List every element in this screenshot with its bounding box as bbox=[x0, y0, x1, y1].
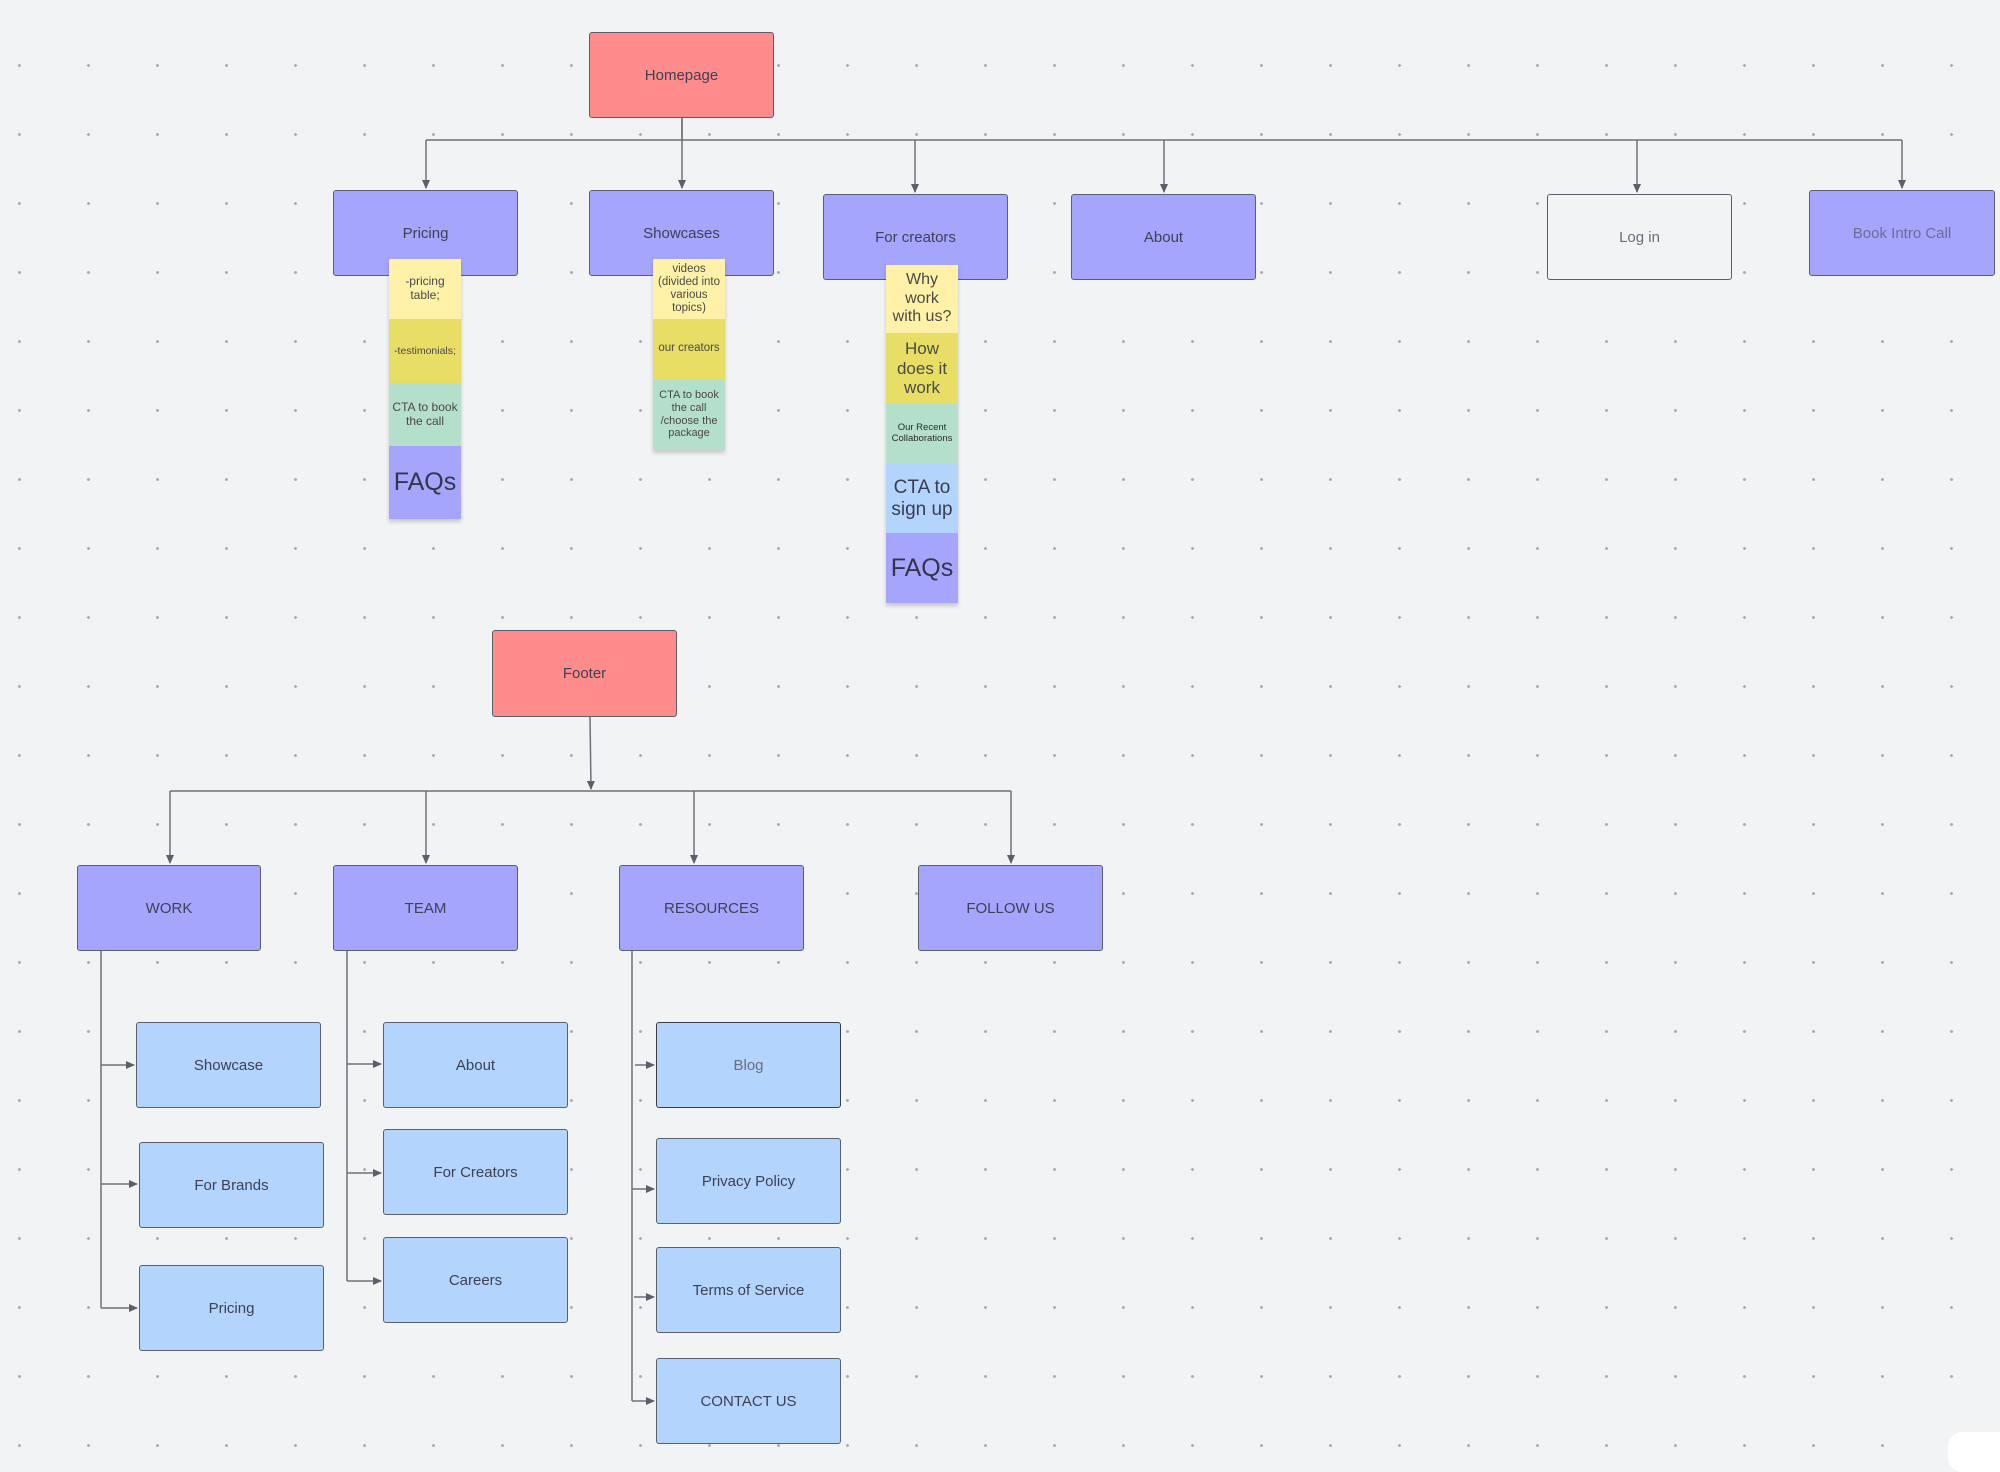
book-intro-call-node[interactable]: Book Intro Call bbox=[1809, 190, 1995, 276]
follow-us-node[interactable]: FOLLOW US bbox=[918, 865, 1103, 951]
sticky-note[interactable]: How does it work bbox=[886, 333, 958, 404]
sticky-note[interactable]: CTA to sign up bbox=[886, 464, 958, 533]
team-about-node[interactable]: About bbox=[383, 1022, 568, 1108]
sticky-note[interactable]: Our Recent Collaborations bbox=[886, 404, 958, 464]
showcases-notes-stack: videos (divided into various topics) our… bbox=[653, 259, 725, 450]
work-showcase-node[interactable]: Showcase bbox=[136, 1022, 321, 1108]
work-pricing-node[interactable]: Pricing bbox=[139, 1265, 324, 1351]
about-node[interactable]: About bbox=[1071, 194, 1256, 280]
sticky-note[interactable]: Why work with us? bbox=[886, 265, 958, 333]
resources-contact-us-node[interactable]: CONTACT US bbox=[656, 1358, 841, 1444]
sticky-note[interactable]: FAQs bbox=[389, 446, 461, 519]
footer-node[interactable]: Footer bbox=[492, 630, 677, 717]
work-node[interactable]: WORK bbox=[77, 865, 261, 951]
sticky-note[interactable]: -testimonials; bbox=[389, 319, 461, 383]
sticky-note[interactable]: CTA to book the call bbox=[389, 383, 461, 446]
team-for-creators-node[interactable]: For Creators bbox=[383, 1129, 568, 1215]
team-node[interactable]: TEAM bbox=[333, 865, 518, 951]
resources-terms-node[interactable]: Terms of Service bbox=[656, 1247, 841, 1333]
resources-blog-node[interactable]: Blog bbox=[656, 1022, 841, 1108]
sticky-note[interactable]: our creators bbox=[653, 319, 725, 379]
pricing-notes-stack: -pricing table; -testimonials; CTA to bo… bbox=[389, 259, 461, 519]
resources-node[interactable]: RESOURCES bbox=[619, 865, 804, 951]
connector-footer-trunk bbox=[586, 716, 595, 790]
sticky-note[interactable]: -pricing table; bbox=[389, 259, 461, 319]
for-creators-notes-stack: Why work with us? How does it work Our R… bbox=[886, 265, 958, 603]
sticky-note[interactable]: FAQs bbox=[886, 533, 958, 603]
resources-privacy-policy-node[interactable]: Privacy Policy bbox=[656, 1138, 841, 1224]
corner-panel bbox=[1948, 1432, 2000, 1472]
login-node[interactable]: Log in bbox=[1547, 194, 1732, 280]
sticky-note[interactable]: CTA to book the call /choose the package bbox=[653, 379, 725, 450]
team-careers-node[interactable]: Careers bbox=[383, 1237, 568, 1323]
work-for-brands-node[interactable]: For Brands bbox=[139, 1142, 324, 1228]
sticky-note[interactable]: videos (divided into various topics) bbox=[653, 259, 725, 319]
homepage-node[interactable]: Homepage bbox=[589, 32, 774, 118]
